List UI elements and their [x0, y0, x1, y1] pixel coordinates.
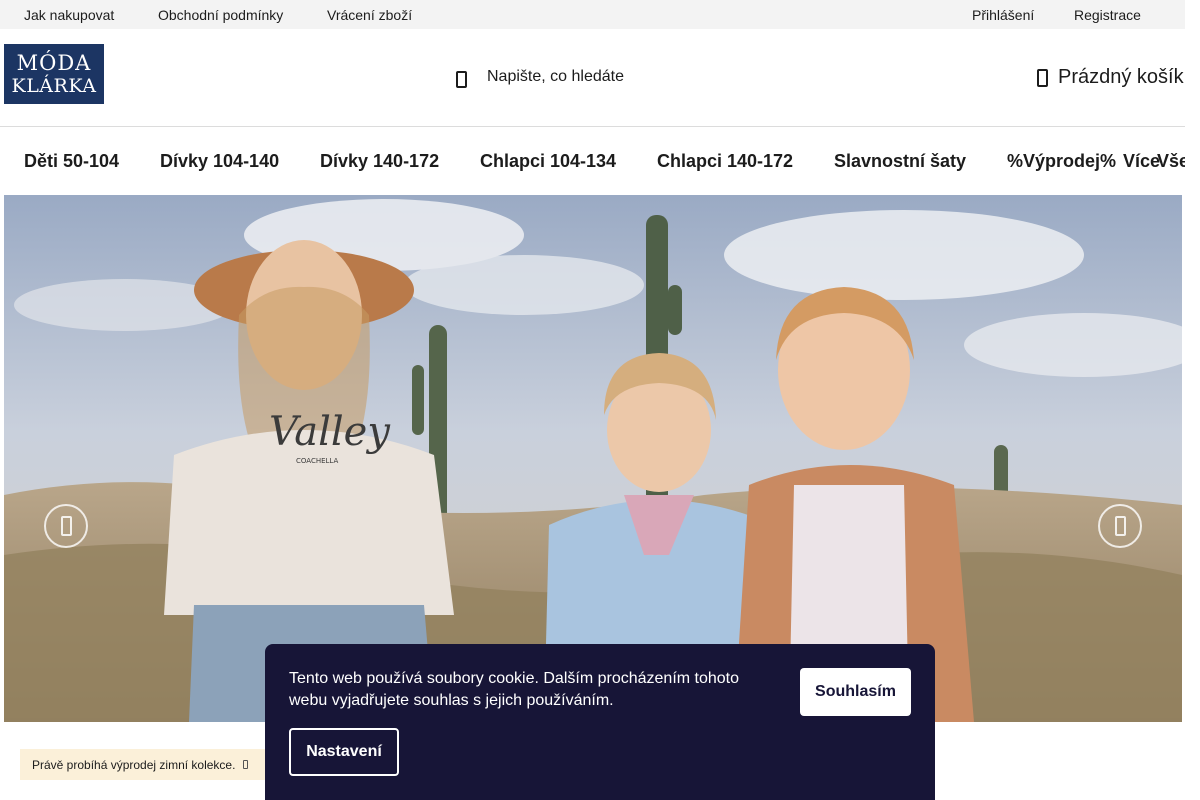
- sweatshirt-subtext: COACHELLA: [296, 457, 338, 465]
- sweatshirt-text: Valley: [269, 409, 391, 455]
- slider-prev-button[interactable]: [44, 504, 88, 548]
- logo-line-2: KLÁRKA: [11, 75, 97, 97]
- topbar-link-how-to-buy[interactable]: Jak nakupovat: [24, 7, 114, 23]
- nav-item-formal-dresses[interactable]: Slavnostní šaty: [834, 151, 966, 172]
- search-toggle[interactable]: Napište, co hledáte: [452, 62, 692, 92]
- nav-item-girls-104-140[interactable]: Dívky 104-140: [160, 151, 279, 172]
- register-link[interactable]: Registrace: [1074, 7, 1141, 23]
- nav-item-sale[interactable]: %Výprodej%: [1007, 151, 1116, 172]
- cart-button[interactable]: Prázdný košík: [1035, 64, 1184, 90]
- cookie-settings-button[interactable]: Nastavení: [289, 728, 399, 776]
- nav-item-all[interactable]: Vše: [1157, 151, 1185, 172]
- sale-notice-text: Právě probíhá výprodej zimní kolekce.: [32, 757, 236, 772]
- cart-label: Prázdný košík: [1058, 65, 1184, 88]
- nav-item-boys-140-172[interactable]: Chlapci 140-172: [657, 151, 793, 172]
- login-link[interactable]: Přihlášení: [972, 7, 1034, 23]
- cart-icon: [1035, 66, 1049, 88]
- nav-item-more[interactable]: Více: [1123, 151, 1160, 172]
- search-placeholder: Napište, co hledáte: [487, 68, 624, 85]
- site-logo[interactable]: MÓDA KLÁRKA: [4, 44, 104, 104]
- search-icon: [452, 68, 470, 88]
- top-utility-bar: Jak nakupovat Obchodní podmínky Vrácení …: [0, 0, 1185, 29]
- scrollbar-track[interactable]: [1185, 0, 1200, 800]
- topbar-link-returns[interactable]: Vrácení zboží: [327, 7, 412, 23]
- cookie-text: Tento web používá soubory cookie. Dalším…: [289, 670, 740, 709]
- logo-line-1: MÓDA: [16, 51, 92, 75]
- nav-item-girls-140-172[interactable]: Dívky 140-172: [320, 151, 439, 172]
- nav-item-boys-104-134[interactable]: Chlapci 104-134: [480, 151, 616, 172]
- cookie-banner: Tento web používá soubory cookie. Dalším…: [265, 644, 935, 800]
- slider-next-button[interactable]: [1098, 504, 1142, 548]
- nav-item-kids-50-104[interactable]: Děti 50-104: [24, 151, 119, 172]
- hero-slider[interactable]: Valley COACHELLA: [4, 195, 1182, 722]
- sale-notice[interactable]: Právě probíhá výprodej zimní kolekce.: [20, 749, 265, 780]
- close-icon[interactable]: [243, 760, 249, 769]
- topbar-link-terms[interactable]: Obchodní podmínky: [158, 7, 283, 23]
- hero-image: Valley COACHELLA: [4, 195, 1182, 722]
- cookie-agree-button[interactable]: Souhlasím: [800, 668, 911, 716]
- main-navigation: Děti 50-104 Dívky 104-140 Dívky 140-172 …: [0, 127, 1185, 195]
